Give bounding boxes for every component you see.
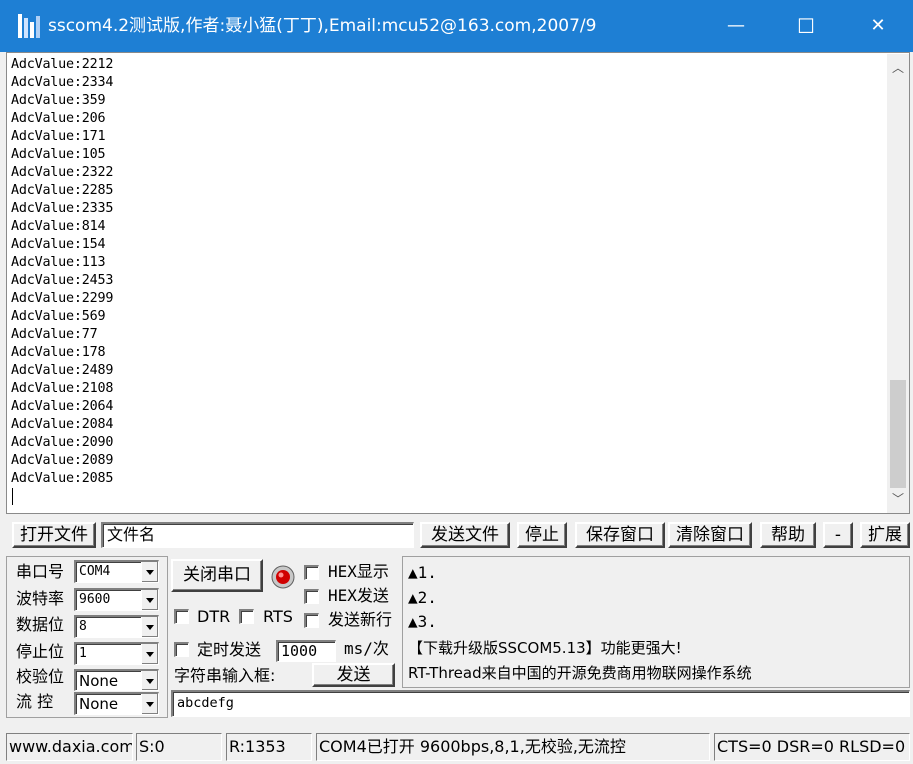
databits-select[interactable]: 8: [74, 615, 159, 638]
receive-line: AdcValue:2453: [11, 273, 114, 288]
databits-label: 数据位: [16, 615, 65, 634]
receive-line: AdcValue:2334: [11, 75, 114, 90]
chevron-down-icon[interactable]: [141, 644, 158, 664]
scroll-thumb[interactable]: [890, 380, 906, 488]
text-caret: [12, 488, 13, 505]
rtthread-link[interactable]: RT-Thread来自中国的开源免费商用物联网操作系统: [408, 662, 752, 684]
hex-display-checkbox[interactable]: [304, 565, 319, 580]
flow-label: 流 控: [16, 692, 54, 711]
receive-line: AdcValue:178: [11, 345, 106, 360]
scroll-down-icon[interactable]: ﹀: [887, 485, 909, 513]
stopbits-label: 停止位: [16, 642, 65, 661]
scroll-up-icon[interactable]: ︿: [887, 54, 909, 82]
chevron-down-icon[interactable]: [141, 590, 158, 610]
info-line-3[interactable]: ▲3.: [408, 611, 437, 633]
chevron-down-icon[interactable]: [141, 617, 158, 637]
receive-line: AdcValue:2489: [11, 363, 114, 378]
upgrade-link[interactable]: 【下载升级版SSCOM5.13】功能更强大!: [408, 637, 682, 659]
stop-button[interactable]: 停止: [517, 522, 567, 548]
send-file-button[interactable]: 发送文件: [420, 522, 510, 548]
window-title: sscom4.2测试版,作者:聂小猛(丁丁),Email:mcu52@163.c…: [48, 16, 597, 36]
receive-line: AdcValue:2085: [11, 471, 114, 486]
open-file-button[interactable]: 打开文件: [12, 522, 96, 548]
receive-line: AdcValue:77: [11, 327, 98, 342]
receive-line: AdcValue:2064: [11, 399, 114, 414]
receive-line: AdcValue:814: [11, 219, 106, 234]
timed-send-checkbox[interactable]: [174, 642, 189, 657]
help-button[interactable]: 帮助: [760, 522, 816, 548]
receive-line: AdcValue:2090: [11, 435, 114, 450]
info-line-2[interactable]: ▲2.: [408, 587, 437, 609]
parity-select[interactable]: None: [74, 669, 159, 691]
chevron-down-icon[interactable]: [141, 694, 158, 714]
port-status-led-icon: [271, 565, 295, 589]
title-bar[interactable]: sscom4.2测试版,作者:聂小猛(丁丁),Email:mcu52@163.c…: [0, 0, 913, 52]
send-input[interactable]: abcdefg: [171, 690, 910, 717]
expand-button[interactable]: 扩展: [860, 522, 910, 548]
send-button[interactable]: 发送: [312, 663, 395, 687]
interval-input[interactable]: 1000: [276, 640, 336, 662]
clear-window-button[interactable]: 清除窗口: [668, 522, 752, 548]
receive-line: AdcValue:569: [11, 309, 106, 324]
flow-select[interactable]: None: [74, 692, 159, 715]
receive-line: AdcValue:105: [11, 147, 106, 162]
port-select[interactable]: COM4: [74, 560, 159, 583]
close-port-button[interactable]: 关闭串口: [171, 559, 263, 592]
receive-line: AdcValue:2089: [11, 453, 114, 468]
receive-textarea[interactable]: AdcValue:2212 AdcValue:2334 AdcValue:359 Ad…: [6, 52, 910, 514]
status-sent-count: S:0: [136, 733, 222, 761]
receive-line: AdcValue:2335: [11, 201, 114, 216]
receive-text: AdcValue:2212 AdcValue:2334 AdcValue:359 Ad…: [11, 56, 113, 505]
receive-line: AdcValue:2322: [11, 165, 114, 180]
close-button[interactable]: ✕: [855, 0, 901, 52]
vertical-scrollbar[interactable]: ︿ ﹀: [887, 54, 909, 513]
receive-line: AdcValue:171: [11, 129, 106, 144]
maximize-button[interactable]: ☐: [783, 0, 829, 52]
status-signals: CTS=0 DSR=0 RLSD=0: [714, 733, 910, 761]
status-bar: www.daxia.com S:0 R:1353 COM4已打开 9600bps…: [0, 730, 913, 764]
baud-label: 波特率: [16, 589, 65, 608]
stopbits-select[interactable]: 1: [74, 642, 159, 665]
dtr-checkbox[interactable]: [174, 609, 189, 624]
rts-label: RTS: [263, 607, 293, 626]
collapse-button[interactable]: -: [823, 522, 853, 548]
receive-line: AdcValue:2084: [11, 417, 114, 432]
receive-line: AdcValue:113: [11, 255, 106, 270]
hex-send-checkbox[interactable]: [304, 589, 319, 604]
save-window-button[interactable]: 保存窗口: [575, 522, 665, 548]
filename-input[interactable]: 文件名: [101, 522, 414, 548]
status-port-state: COM4已打开 9600bps,8,1,无校验,无流控: [316, 733, 710, 761]
status-site[interactable]: www.daxia.com: [6, 733, 133, 761]
app-icon: [18, 14, 40, 38]
receive-line: AdcValue:2212: [11, 57, 114, 72]
input-label: 字符串输入框:: [174, 666, 276, 685]
send-newline-checkbox[interactable]: [304, 613, 319, 628]
dtr-label: DTR: [197, 607, 231, 626]
rts-checkbox[interactable]: [239, 609, 254, 624]
hex-send-label: HEX发送: [328, 586, 389, 605]
chevron-down-icon[interactable]: [141, 671, 158, 690]
minimize-button[interactable]: —: [713, 0, 759, 52]
status-received-count: R:1353: [226, 733, 312, 761]
timed-send-label: 定时发送: [197, 640, 262, 659]
receive-line: AdcValue:154: [11, 237, 106, 252]
receive-line: AdcValue:359: [11, 93, 106, 108]
baud-select[interactable]: 9600: [74, 588, 159, 611]
parity-label: 校验位: [16, 667, 65, 686]
hex-display-label: HEX显示: [328, 562, 389, 581]
chevron-down-icon[interactable]: [141, 562, 158, 582]
receive-line: AdcValue:2285: [11, 183, 114, 198]
send-newline-label: 发送新行: [328, 610, 393, 629]
receive-line: AdcValue:2299: [11, 291, 114, 306]
port-label: 串口号: [16, 562, 65, 581]
receive-line: AdcValue:2108: [11, 381, 114, 396]
receive-line: AdcValue:206: [11, 111, 106, 126]
interval-unit-label: ms/次: [344, 639, 389, 658]
info-line-1[interactable]: ▲1.: [408, 562, 437, 584]
